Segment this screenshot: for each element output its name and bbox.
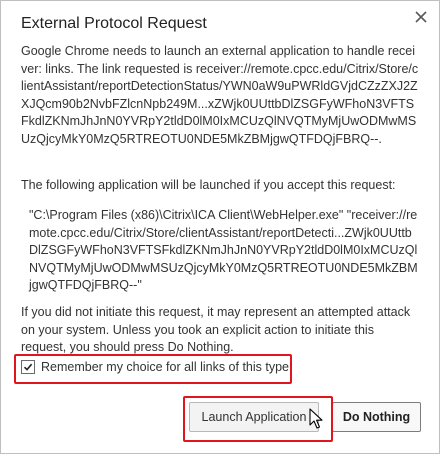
checkmark-icon bbox=[23, 363, 33, 371]
remember-choice-row[interactable]: Remember my choice for all links of this… bbox=[21, 360, 292, 374]
warning-text: If you did not initiate this request, it… bbox=[21, 305, 411, 354]
remember-choice-label[interactable]: Remember my choice for all links of this… bbox=[41, 360, 292, 374]
launch-application-button[interactable]: Launch Application bbox=[189, 402, 319, 432]
remember-choice-checkbox[interactable] bbox=[21, 360, 35, 374]
command-line-text: "C:\Program Files (x86)\Citrix\ICA Clien… bbox=[29, 208, 418, 292]
external-protocol-dialog: External Protocol Request Google Chrome … bbox=[0, 0, 440, 454]
close-icon bbox=[415, 11, 427, 23]
intro-text: Google Chrome needs to launch an externa… bbox=[21, 44, 419, 146]
do-nothing-button[interactable]: Do Nothing bbox=[332, 402, 421, 432]
application-intro-text: The following application will be launch… bbox=[21, 178, 396, 192]
dialog-title: External Protocol Request bbox=[21, 15, 207, 32]
close-button[interactable] bbox=[409, 5, 433, 29]
